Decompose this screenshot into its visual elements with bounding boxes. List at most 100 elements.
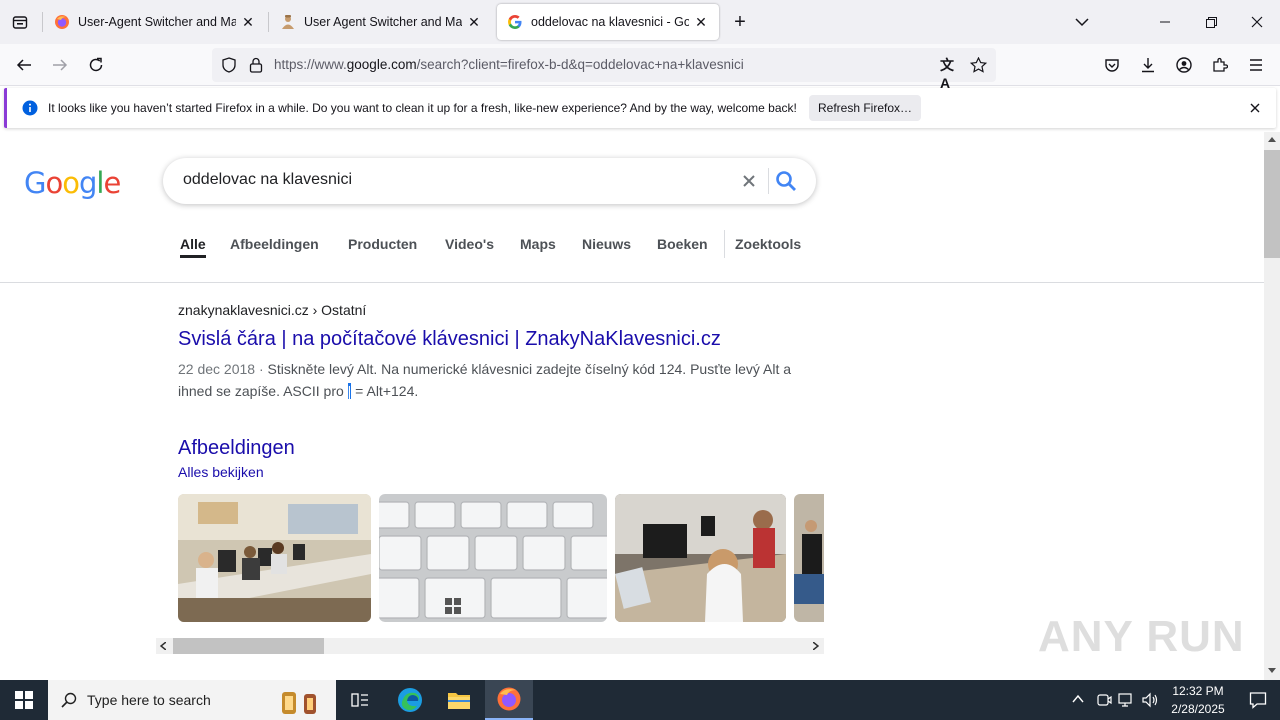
image-thumbnail-students[interactable]	[615, 494, 786, 622]
notification-speech-bubble-icon	[1249, 692, 1267, 709]
taskbar-search-box[interactable]: Type here to search	[48, 680, 336, 720]
search-submit-button[interactable]	[775, 170, 799, 194]
start-button[interactable]	[0, 680, 48, 720]
images-heading[interactable]: Afbeeldingen	[178, 437, 295, 460]
tab-products[interactable]: Producten	[348, 236, 417, 252]
translate-button[interactable]: 文A	[940, 55, 960, 91]
tabs-divider	[724, 230, 725, 258]
meet-now-icon[interactable]	[1096, 692, 1112, 708]
clear-search-button[interactable]	[739, 171, 759, 191]
tab-books[interactable]: Boeken	[657, 236, 708, 252]
firefox-taskbar-button[interactable]	[485, 680, 533, 720]
tab-news[interactable]: Nieuws	[582, 236, 631, 252]
vertical-scrollbar-thumb[interactable]	[1264, 150, 1280, 258]
google-g-icon	[508, 15, 522, 29]
list-all-tabs-button[interactable]	[1068, 6, 1096, 38]
firefox-view-button[interactable]	[4, 6, 36, 38]
close-tab-icon[interactable]: ✕	[240, 14, 256, 30]
scroll-right-arrow-icon[interactable]	[813, 642, 819, 650]
search-highlight-lanterns-icon	[282, 692, 316, 714]
close-tab-icon[interactable]: ✕	[693, 14, 709, 30]
refresh-firefox-button[interactable]: Refresh Firefox…	[809, 95, 921, 121]
search-icon	[776, 171, 796, 191]
result-title-link[interactable]: Svislá čára | na počítačové klávesnici |…	[178, 328, 721, 351]
search-box[interactable]: oddelovac na klavesnici	[163, 158, 816, 204]
horizontal-scrollbar-thumb[interactable]	[173, 638, 324, 654]
lock-icon[interactable]	[249, 57, 263, 73]
tab-search-tools[interactable]: Zoektools	[735, 236, 801, 252]
close-notification-button[interactable]	[1247, 100, 1263, 116]
scroll-left-arrow-icon[interactable]	[160, 642, 166, 650]
extensions-button[interactable]	[1204, 49, 1236, 81]
pocket-button[interactable]	[1096, 49, 1128, 81]
firefox-view-icon	[12, 16, 28, 29]
file-explorer-taskbar-button[interactable]	[435, 680, 483, 720]
url-scheme: https://www.	[274, 57, 347, 72]
url-path: /search?client=firefox-b-d&q=oddelovac+n…	[416, 57, 744, 72]
close-window-button[interactable]	[1234, 0, 1280, 44]
logo-letter: g	[78, 166, 97, 200]
image-thumbnail-partial[interactable]	[794, 494, 824, 622]
forward-arrow-icon	[53, 59, 68, 71]
tab-google-search[interactable]: oddelovac na klavesnici - Goog ✕	[497, 4, 719, 40]
url-text[interactable]: https://www.google.com/search?client=fir…	[274, 57, 744, 72]
minimize-icon	[1160, 21, 1170, 23]
downloads-button[interactable]	[1132, 49, 1164, 81]
forward-button[interactable]	[44, 49, 76, 81]
new-tab-button[interactable]: +	[726, 6, 754, 38]
logo-letter: e	[103, 166, 121, 200]
pocket-icon	[1105, 59, 1119, 72]
app-menu-button[interactable]	[1240, 49, 1272, 81]
reload-button[interactable]	[80, 49, 112, 81]
bookmark-star-icon[interactable]	[970, 57, 987, 73]
tab-all[interactable]: Alle	[180, 236, 206, 252]
scroll-up-arrow-icon[interactable]	[1268, 136, 1276, 142]
tab-videos[interactable]: Video's	[445, 236, 494, 252]
image-thumbnail-classroom[interactable]	[178, 494, 371, 622]
logo-letter: G	[24, 166, 47, 200]
active-tab-underline	[180, 255, 206, 258]
close-tab-icon[interactable]: ✕	[466, 14, 482, 30]
url-host: google.com	[346, 57, 417, 72]
firefox-icon	[55, 15, 69, 29]
close-icon	[1251, 16, 1263, 28]
scroll-down-arrow-icon[interactable]	[1268, 668, 1276, 674]
result-breadcrumb[interactable]: znakynaklavesnici.cz › Ostatní	[178, 302, 366, 318]
header-divider	[0, 282, 1264, 283]
search-input[interactable]: oddelovac na klavesnici	[183, 171, 352, 189]
puzzle-piece-icon	[1213, 57, 1228, 72]
navigation-toolbar: https://www.google.com/search?client=fir…	[0, 44, 1280, 91]
search-divider	[768, 168, 769, 194]
notification-center-button[interactable]	[1236, 680, 1280, 720]
google-logo[interactable]: Google	[24, 166, 121, 200]
result-date: 22 dec 2018	[178, 361, 256, 377]
network-icon[interactable]	[1118, 692, 1136, 708]
volume-icon[interactable]	[1142, 692, 1160, 708]
account-button[interactable]	[1168, 49, 1200, 81]
tab-user-agent-switcher-2[interactable]: User Agent Switcher and Manag ✕	[270, 4, 492, 40]
tab-strip: User-Agent Switcher and Mana ✕ User Agen…	[0, 0, 1280, 44]
chevron-down-icon	[1075, 18, 1089, 27]
restore-button[interactable]	[1188, 0, 1234, 44]
url-bar[interactable]: https://www.google.com/search?client=fir…	[212, 48, 996, 91]
edge-icon	[398, 688, 422, 712]
minimize-button[interactable]	[1142, 0, 1188, 44]
folder-icon	[448, 693, 470, 709]
tab-maps[interactable]: Maps	[520, 236, 556, 252]
see-all-images-link[interactable]: Alles bekijken	[178, 464, 264, 480]
tab-user-agent-switcher-1[interactable]: User-Agent Switcher and Mana ✕	[44, 4, 266, 40]
refresh-firefox-notification: It looks like you haven’t started Firefo…	[4, 88, 1276, 128]
clock-date[interactable]: 2/28/2025	[1160, 702, 1236, 716]
shield-icon[interactable]	[221, 57, 237, 73]
account-icon	[1176, 57, 1192, 73]
result-snippet: 22 dec 2018 · Stiskněte levý Alt. Na num…	[178, 358, 808, 402]
clock-time[interactable]: 12:32 PM	[1160, 684, 1236, 698]
task-view-button[interactable]	[336, 680, 384, 720]
image-thumbnail-keyboard[interactable]	[379, 494, 607, 622]
back-button[interactable]	[8, 49, 40, 81]
tab-images[interactable]: Afbeeldingen	[230, 236, 319, 252]
firefox-icon	[497, 687, 521, 711]
edge-taskbar-button[interactable]	[386, 680, 434, 720]
show-hidden-icons-chevron-icon[interactable]	[1072, 694, 1084, 704]
page-content: Google oddelovac na klavesnici Alle Afbe…	[0, 132, 1264, 680]
